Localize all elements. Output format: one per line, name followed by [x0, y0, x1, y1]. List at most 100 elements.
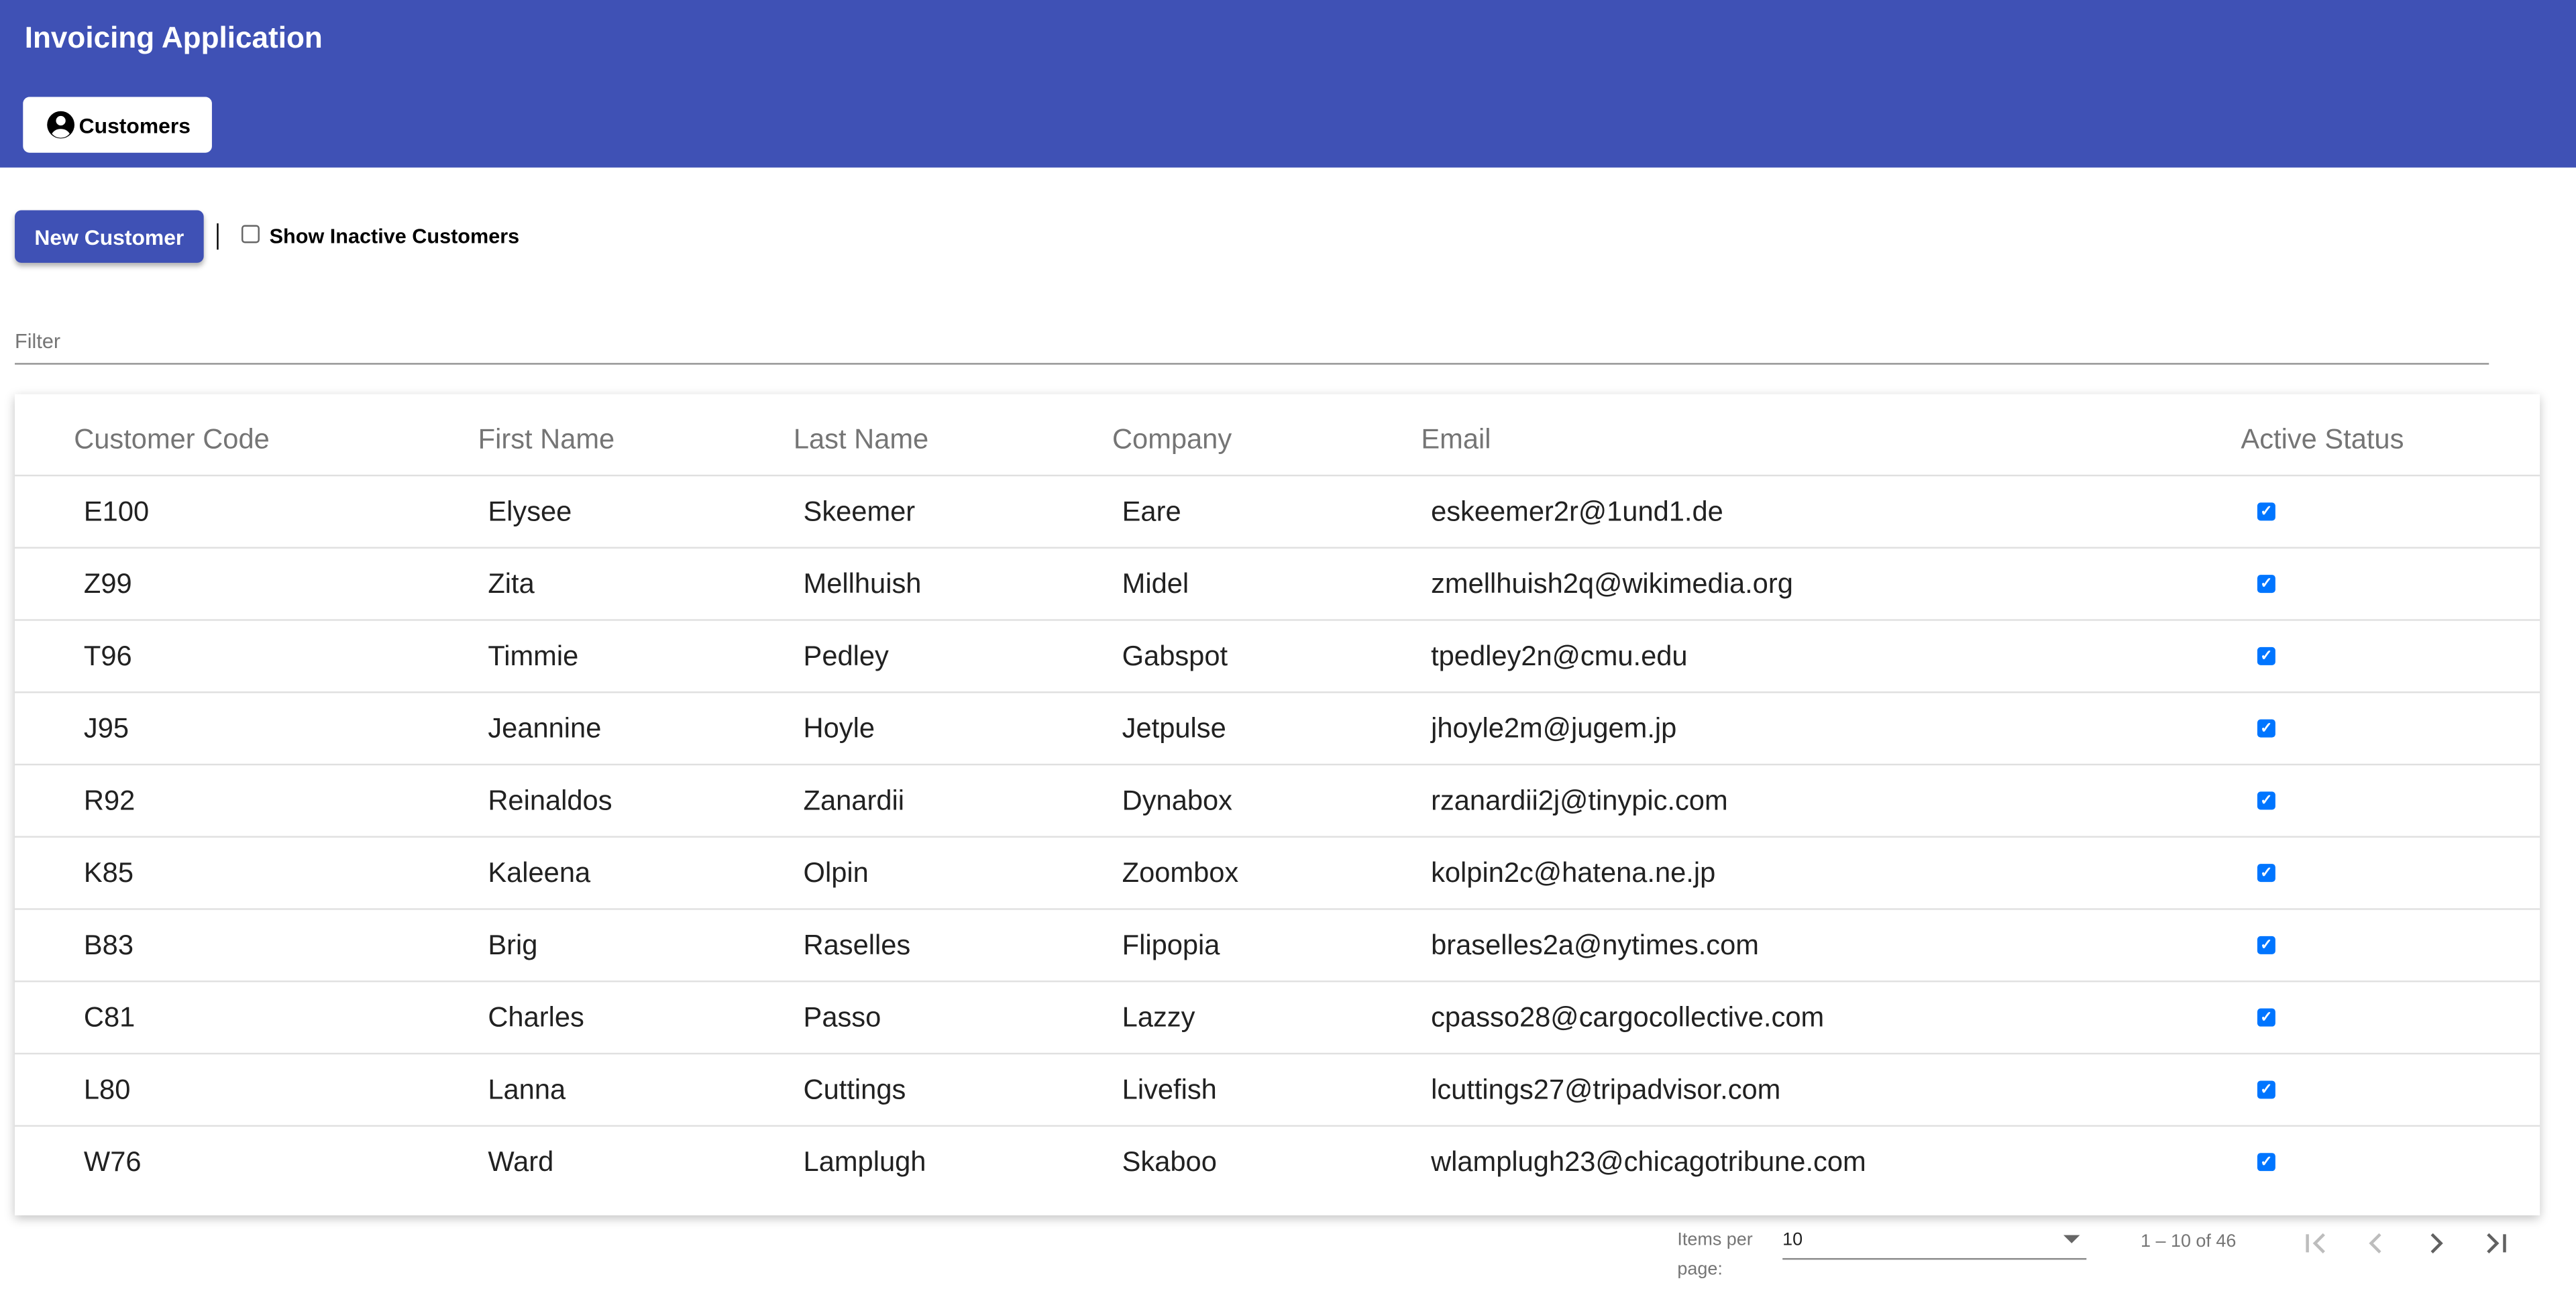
cell-first: Reinaldos	[488, 785, 612, 817]
cell-email: rzanardii2j@tinypic.com	[1431, 785, 1728, 817]
active-status-checkbox[interactable]: ✓	[2257, 1153, 2275, 1172]
active-status-checkbox[interactable]: ✓	[2257, 646, 2275, 665]
cell-code: R92	[83, 785, 136, 817]
cell-code: E100	[83, 496, 150, 528]
table-row[interactable]: C81 Charles Passo Lazzy cpasso28@cargocollec…	[15, 980, 2540, 1054]
cell-company: Eare	[1122, 496, 1181, 528]
show-inactive-label[interactable]: Show Inactive Customers	[270, 225, 520, 248]
cell-company: Skaboo	[1122, 1146, 1217, 1178]
app-title: Invoicing Application	[24, 21, 323, 54]
nav-customers-label: Customers	[78, 112, 191, 137]
cell-email: jhoyle2m@jugem.jp	[1431, 712, 1677, 744]
cell-code: L80	[83, 1074, 131, 1106]
cell-last: Passo	[803, 1001, 881, 1033]
cell-email: zmellhuish2q@wikimedia.org	[1431, 568, 1793, 600]
page-range-label: 1 – 10 of 46	[2141, 1231, 2237, 1252]
paginator: Items per page: 10 1 – 10 of 46	[0, 1215, 2576, 1292]
cell-email: lcuttings27@tripadvisor.com	[1431, 1074, 1781, 1106]
cell-code: K85	[83, 857, 133, 889]
divider	[217, 223, 219, 250]
customers-table: Customer Code First Name Last Name Compa…	[15, 394, 2540, 1216]
cell-code: T96	[83, 640, 132, 672]
cell-first: Lanna	[488, 1074, 566, 1106]
cell-first: Charles	[488, 1001, 584, 1033]
cell-email: braselles2a@nytimes.com	[1431, 930, 1759, 961]
cell-company: Lazzy	[1122, 1001, 1195, 1033]
table-row[interactable]: E100 Elysee Skeemer Eare eskeemer2r@1und1.de…	[15, 474, 2540, 549]
cell-last: Mellhuish	[803, 568, 922, 600]
last-page-icon[interactable]	[2477, 1225, 2514, 1261]
cell-first: Kaleena	[488, 857, 591, 889]
cell-email: eskeemer2r@1und1.de	[1431, 496, 1723, 528]
active-status-checkbox[interactable]: ✓	[2257, 864, 2275, 883]
cell-company: Gabspot	[1122, 640, 1228, 672]
cell-last: Raselles	[803, 930, 911, 961]
items-per-page-label: Items per	[1677, 1230, 1753, 1250]
table-row[interactable]: R92 Reinaldos Zanardii Dynabox rzanardii2j@t…	[15, 763, 2540, 838]
page-size-select[interactable]: 10	[1782, 1230, 2087, 1260]
nav-customers-button[interactable]: Customers	[23, 97, 212, 153]
cell-first: Ward	[488, 1146, 554, 1178]
cell-code: C81	[83, 1001, 136, 1033]
active-status-checkbox[interactable]: ✓	[2257, 1008, 2275, 1027]
cell-email: kolpin2c@hatena.ne.jp	[1431, 857, 1716, 889]
filter-input[interactable]: Filter	[15, 330, 60, 353]
cell-last: Cuttings	[803, 1074, 906, 1106]
table-row[interactable]: W76 Ward Lamplugh Skaboo wlamplugh23@chicago…	[15, 1125, 2540, 1199]
cell-last: Hoyle	[803, 712, 875, 744]
cell-code: W76	[83, 1146, 142, 1178]
dropdown-arrow-icon	[2063, 1235, 2080, 1243]
table-row[interactable]: T96 Timmie Pedley Gabspot tpedley2n@cmu.edu ✓	[15, 619, 2540, 693]
next-page-icon[interactable]	[2418, 1225, 2455, 1261]
cell-last: Pedley	[803, 640, 889, 672]
active-status-checkbox[interactable]: ✓	[2257, 1080, 2275, 1099]
column-header-email[interactable]: Email	[1421, 424, 1491, 457]
column-header-last-name[interactable]: Last Name	[794, 424, 928, 457]
cell-first: Brig	[488, 930, 538, 961]
app: Invoicing Application Customers New Cust…	[0, 0, 2576, 1292]
cell-email: tpedley2n@cmu.edu	[1431, 640, 1688, 672]
cell-code: B83	[83, 930, 133, 961]
column-header-code[interactable]: Customer Code	[74, 424, 270, 457]
cell-email: cpasso28@cargocollective.com	[1431, 1001, 1825, 1033]
app-header: Invoicing Application Customers	[0, 0, 2576, 168]
table-row[interactable]: L80 Lanna Cuttings Livefish lcuttings27@trip…	[15, 1052, 2540, 1127]
cell-last: Olpin	[803, 857, 869, 889]
cell-first: Jeannine	[488, 712, 602, 744]
active-status-checkbox[interactable]: ✓	[2257, 502, 2275, 521]
cell-first: Elysee	[488, 496, 572, 528]
cell-last: Zanardii	[803, 785, 904, 817]
cell-last: Lamplugh	[803, 1146, 926, 1178]
table-row[interactable]: K85 Kaleena Olpin Zoombox kolpin2c@hatena.ne…	[15, 836, 2540, 910]
table-row[interactable]: B83 Brig Raselles Flipopia braselles2a@nytim…	[15, 908, 2540, 982]
table-row[interactable]: Z99 Zita Mellhuish Midel zmellhuish2q@wikime…	[15, 547, 2540, 621]
cell-company: Dynabox	[1122, 785, 1233, 817]
active-status-checkbox[interactable]: ✓	[2257, 719, 2275, 738]
column-header-first-name[interactable]: First Name	[478, 424, 615, 457]
cell-code: Z99	[83, 568, 132, 600]
cell-company: Zoombox	[1122, 857, 1239, 889]
active-status-checkbox[interactable]: ✓	[2257, 791, 2275, 810]
cell-company: Jetpulse	[1122, 712, 1226, 744]
table-row[interactable]: J95 Jeannine Hoyle Jetpulse jhoyle2m@jugem.j…	[15, 691, 2540, 765]
cell-last: Skeemer	[803, 496, 916, 528]
cell-company: Flipopia	[1122, 930, 1220, 961]
cell-first: Timmie	[488, 640, 579, 672]
account-circle-icon	[47, 111, 75, 139]
active-status-checkbox[interactable]: ✓	[2257, 936, 2275, 954]
cell-company: Midel	[1122, 568, 1189, 600]
previous-page-icon[interactable]	[2357, 1225, 2394, 1261]
new-customer-button[interactable]: New Customer	[15, 210, 204, 263]
cell-email: wlamplugh23@chicagotribune.com	[1431, 1146, 1866, 1178]
filter-underline	[15, 363, 2489, 365]
active-status-checkbox[interactable]: ✓	[2257, 575, 2275, 594]
column-header-active-status[interactable]: Active Status	[2241, 424, 2404, 457]
cell-first: Zita	[488, 568, 535, 600]
page-size-value: 10	[1782, 1230, 1803, 1250]
first-page-icon[interactable]	[2298, 1225, 2334, 1261]
show-inactive-checkbox[interactable]	[241, 225, 260, 243]
cell-company: Livefish	[1122, 1074, 1217, 1106]
items-per-page-label-2: page:	[1677, 1259, 1723, 1280]
column-header-company[interactable]: Company	[1112, 424, 1232, 457]
cell-code: J95	[83, 712, 129, 744]
